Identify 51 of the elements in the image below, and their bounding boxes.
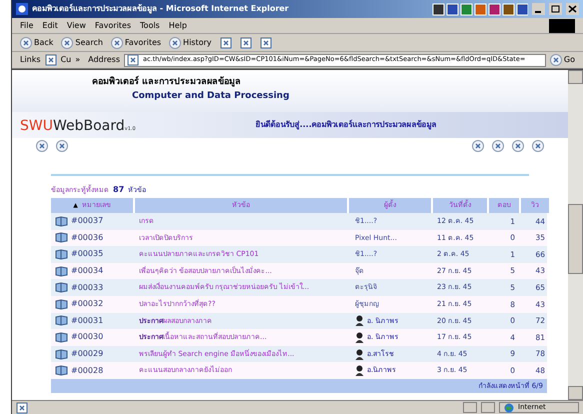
board-icon: [55, 232, 68, 244]
topic-number: #00036: [71, 232, 104, 244]
person-icon: [355, 365, 364, 376]
person-icon: [355, 348, 364, 360]
topic-number: #00033: [71, 282, 104, 294]
menu-item[interactable]: Help: [168, 20, 187, 32]
topic-number: #00037: [71, 215, 104, 228]
link-item[interactable]: Cu: [60, 54, 72, 66]
board-icon: [55, 298, 68, 310]
board-icon: [55, 332, 68, 343]
topic-number: #00029: [71, 348, 104, 360]
menu-item[interactable]: File: [20, 20, 34, 32]
toolbar-button[interactable]: Back: [20, 36, 54, 48]
board-icon: [55, 216, 68, 227]
person-icon: [355, 332, 364, 343]
vertical-scrollbar[interactable]: [568, 70, 583, 400]
board-icon: [55, 266, 68, 277]
menu-item[interactable]: View: [66, 20, 86, 32]
address-label: Address: [88, 54, 120, 66]
menu-item[interactable]: Edit: [42, 20, 58, 32]
close-icon[interactable]: [566, 3, 579, 15]
site-title-english: Computer and Data Processing: [132, 90, 290, 102]
globe-icon: [504, 402, 514, 412]
menu-item[interactable]: Tools: [140, 20, 160, 32]
topic-number: #00030: [71, 331, 104, 344]
topic-number: #00028: [71, 364, 104, 377]
site-title-thai: คอมพิวเตอร์ และการประมวลผลข้อมูล: [92, 76, 242, 89]
toolbar-button[interactable]: Search: [61, 36, 103, 48]
topic-number: #00032: [71, 298, 104, 310]
toolbar-button[interactable]: History: [169, 36, 212, 48]
board-icon: [55, 365, 68, 376]
topic-number: #00035: [71, 248, 104, 260]
board-icon: [55, 248, 68, 260]
menu-item[interactable]: Favorites: [94, 20, 132, 32]
throbber-logo: [549, 18, 575, 32]
window-title: คอมพิวเตอร์และการประมวลผลข้อมูล - Microsoft Internet Explorer: [32, 3, 289, 15]
toolbar-button[interactable]: Favorites: [110, 36, 162, 48]
board-icon: [55, 315, 68, 326]
more-links[interactable]: »: [75, 54, 80, 66]
browser-icon: [16, 3, 28, 15]
board-icon: [55, 348, 68, 360]
board-icon: [55, 282, 68, 294]
topic-number: #00034: [71, 265, 104, 278]
minimize-icon[interactable]: [532, 3, 545, 15]
topic-count: 87: [113, 184, 124, 196]
maximize-icon[interactable]: [549, 3, 562, 15]
links-label: Links: [20, 54, 41, 66]
go-button[interactable]: Go: [550, 54, 575, 66]
person-icon: [355, 315, 364, 326]
welcome-text: ยินดีต้อนรับสู่....คอมพิวเตอร์และการประมวลผลข้อมูล: [256, 119, 437, 131]
topic-number: #00031: [71, 314, 104, 327]
